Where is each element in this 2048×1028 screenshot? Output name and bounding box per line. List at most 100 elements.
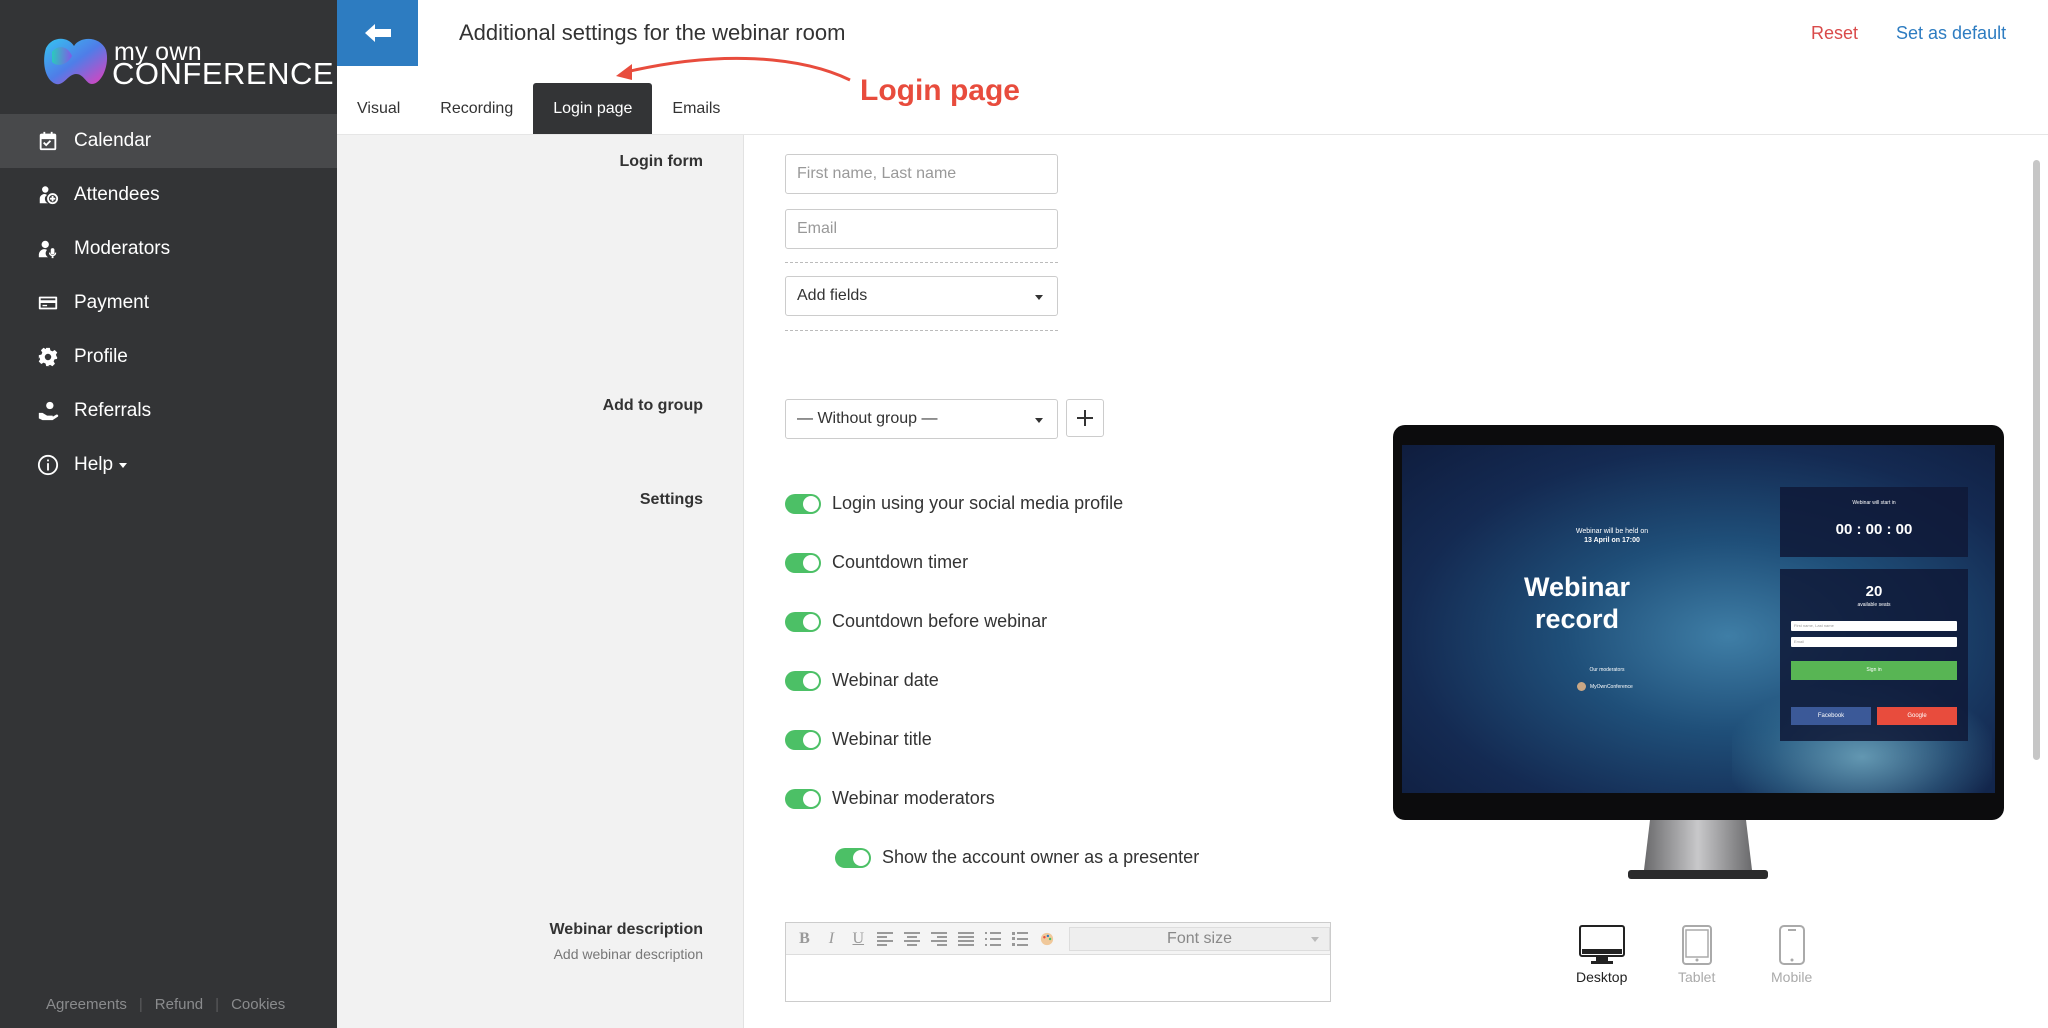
preview-starts-caption: Webinar will start in: [1852, 500, 1896, 506]
tab-visual[interactable]: Visual: [337, 83, 420, 135]
referrals-icon: [36, 399, 60, 423]
sidebar-item-attendees[interactable]: Attendees: [0, 168, 337, 222]
brand-line2: CONFERENCE: [112, 56, 335, 91]
align-right-icon[interactable]: [929, 928, 950, 950]
font-size-value: Font size: [1167, 929, 1232, 947]
webinar-date-toggle[interactable]: [785, 670, 821, 691]
preview-name-field: First name, Last name: [1791, 621, 1957, 631]
annotation-arrow-icon: [616, 56, 851, 82]
preview-countdown-panel: Webinar will start in 00 : 00 : 00: [1780, 487, 1968, 557]
add-to-group-label: Add to group: [602, 397, 703, 414]
sidebar-item-payment[interactable]: Payment: [0, 276, 337, 330]
preview-login-panel: 20 available seats First name, Last name…: [1780, 569, 1968, 741]
moderators-icon: [36, 237, 60, 261]
editor-toolbar: B I U Font size: [786, 923, 1330, 955]
sidebar-item-help[interactable]: Help: [0, 438, 337, 492]
preview-facebook-button: Facebook: [1791, 707, 1871, 725]
sidebar-item-label: Profile: [74, 346, 128, 367]
arrow-left-icon: [364, 24, 391, 42]
sidebar-item-profile[interactable]: Profile: [0, 330, 337, 384]
mobile-icon: [1778, 925, 1805, 965]
annotation-label: Login page: [860, 74, 1020, 107]
footer-link-cookies[interactable]: Cookies: [231, 996, 285, 1013]
sidebar-item-moderators[interactable]: Moderators: [0, 222, 337, 276]
color-palette-icon[interactable]: [1036, 928, 1057, 950]
toggle-label: Show the account owner as a presenter: [882, 847, 1200, 867]
countdown-timer-toggle[interactable]: [785, 552, 821, 573]
sidebar-item-label: Referrals: [74, 400, 152, 421]
device-desktop-label: Desktop: [1576, 969, 1628, 985]
add-fields-value: Add fields: [797, 287, 868, 304]
toggle-label: Login using your social media profile: [832, 493, 1124, 513]
toggle-row-webinar-date: Webinar date: [785, 670, 939, 691]
payment-icon: [36, 291, 60, 315]
align-justify-icon[interactable]: [955, 928, 976, 950]
webinar-title-toggle[interactable]: [785, 729, 821, 750]
webinar-moderators-toggle[interactable]: [785, 788, 821, 809]
preview-held-date: Webinar will be held on 13 April on 17:0…: [1562, 527, 1662, 545]
reset-link[interactable]: Reset: [1811, 23, 1858, 44]
align-center-icon[interactable]: [902, 928, 923, 950]
device-mobile-button[interactable]: Mobile: [1771, 925, 1812, 985]
preview-seats: 20: [1865, 583, 1883, 600]
settings-label: Settings: [639, 491, 703, 508]
logo-mark-icon: [44, 38, 108, 85]
preview-moderator-name: MyOwnConference: [1590, 683, 1633, 690]
back-button[interactable]: [337, 0, 418, 66]
calendar-icon: [36, 129, 60, 153]
footer-separator: |: [138, 996, 143, 1013]
app-root: my own CONFERENCE Calendar Attendees Mod…: [0, 0, 2048, 1028]
preview-seats-caption: available seats: [1857, 602, 1891, 608]
preview-held-line2: 13 April on 17:00: [1584, 537, 1640, 544]
desktop-preview: Webinar will be held on 13 April on 17:0…: [1393, 425, 2004, 820]
name-field[interactable]: First name, Last name: [785, 154, 1058, 194]
avatar: [1577, 682, 1586, 691]
toggle-row-webinar-moderators: Webinar moderators: [785, 788, 995, 809]
preview-google-button: Google: [1877, 707, 1957, 725]
brand-logo[interactable]: my own CONFERENCE: [42, 34, 334, 94]
gear-icon: [36, 345, 60, 369]
sidebar-item-referrals[interactable]: Referrals: [0, 384, 337, 438]
toggle-label: Webinar date: [832, 670, 939, 690]
sidebar-item-label: Help: [74, 454, 114, 475]
chevron-down-icon: [1035, 418, 1043, 423]
add-fields-select[interactable]: Add fields: [785, 276, 1058, 316]
tablet-icon: [1681, 925, 1712, 965]
attendees-icon: [36, 183, 60, 207]
chevron-down-icon: [1310, 936, 1319, 942]
page-scrollbar[interactable]: [2033, 160, 2040, 760]
device-tablet-button[interactable]: Tablet: [1678, 925, 1715, 985]
sidebar-item-calendar[interactable]: Calendar: [0, 114, 337, 168]
owner-presenter-toggle[interactable]: [835, 847, 871, 868]
login-form-label: Login form: [619, 153, 703, 170]
preview-timer: 00 : 00 : 00: [1835, 521, 1913, 538]
description-editor: B I U Font size: [785, 922, 1331, 1002]
bullet-list-icon[interactable]: [982, 928, 1003, 950]
underline-icon[interactable]: U: [848, 928, 869, 950]
device-desktop-button[interactable]: Desktop: [1576, 925, 1627, 985]
numbered-list-icon[interactable]: [1009, 928, 1030, 950]
italic-icon[interactable]: I: [821, 928, 842, 950]
social-login-toggle[interactable]: [785, 493, 821, 514]
add-group-button[interactable]: [1066, 399, 1104, 437]
preview-moderators-caption: Our moderators: [1589, 667, 1625, 673]
desktop-icon: [1578, 925, 1625, 964]
tab-recording[interactable]: Recording: [420, 83, 533, 135]
toggle-row-webinar-title: Webinar title: [785, 729, 932, 750]
group-select[interactable]: — Without group —: [785, 399, 1058, 439]
footer-link-refund[interactable]: Refund: [155, 996, 203, 1013]
email-field[interactable]: Email: [785, 209, 1058, 249]
sidebar-item-label: Payment: [74, 292, 149, 313]
align-left-icon[interactable]: [875, 928, 896, 950]
footer-link-agreements[interactable]: Agreements: [46, 996, 127, 1013]
bold-icon[interactable]: B: [794, 928, 815, 950]
device-tablet-label: Tablet: [1678, 969, 1716, 985]
set-as-default-link[interactable]: Set as default: [1896, 23, 2006, 44]
label-column: Login form Add to group Settings Webinar…: [337, 135, 744, 1028]
info-icon: [36, 453, 60, 477]
toggle-row-countdown-before: Countdown before webinar: [785, 611, 1047, 632]
toggle-label: Countdown timer: [832, 552, 969, 572]
toggle-row-social-login: Login using your social media profile: [785, 493, 1123, 514]
countdown-before-toggle[interactable]: [785, 611, 821, 632]
font-size-select[interactable]: Font size: [1069, 926, 1330, 951]
